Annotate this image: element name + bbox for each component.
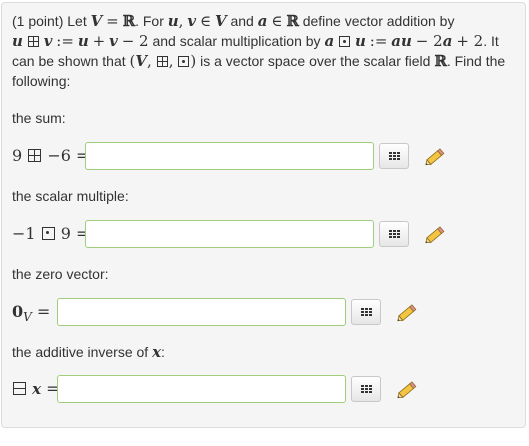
expr-text: 0 [12, 302, 24, 321]
boxminus-icon [13, 382, 26, 395]
boxplus-icon [28, 149, 42, 162]
scalar-multiple-answer-input[interactable] [85, 220, 374, 248]
scalar-multiple-keyboard-button[interactable] [379, 221, 409, 247]
boxdot-icon [339, 36, 351, 47]
additive-inverse-answer-input[interactable] [57, 375, 346, 403]
label-text: : [161, 344, 165, 360]
expr-text: −6 = [47, 146, 90, 165]
keyboard-grid-icon [389, 230, 400, 239]
zero-vector-keyboard-button[interactable] [351, 299, 381, 325]
sum-keyboard-button[interactable] [379, 143, 409, 169]
additive-inverse-keyboard-button[interactable] [351, 376, 381, 402]
pencil-icon[interactable] [394, 300, 420, 326]
problem-statement: (1 point) Let V = ℝ. For u, v ∈ V and a … [12, 12, 506, 89]
expr-subscript: V [23, 310, 32, 325]
boxdot-icon [41, 227, 55, 240]
zero-vector-label: the zero vector: [12, 266, 109, 282]
pencil-icon[interactable] [394, 377, 420, 403]
scalar-multiple-label: the scalar multiple: [12, 188, 129, 204]
boxplus-icon [156, 56, 168, 67]
expr-text: −1 [12, 224, 36, 243]
intro-text: (1 point) Let [12, 13, 87, 29]
keyboard-grid-icon [361, 385, 372, 394]
keyboard-grid-icon [361, 308, 372, 317]
expr-text: 9 [12, 146, 23, 165]
label-variable: x [152, 343, 162, 361]
pencil-icon[interactable] [422, 222, 448, 248]
intro-text: and scalar multiplication by [152, 33, 321, 49]
intro-text: define vector addition by [302, 13, 455, 29]
additive-inverse-label: the additive inverse of x: [12, 343, 165, 361]
additive-inverse-expression: x = [12, 379, 60, 399]
sum-answer-input[interactable] [85, 142, 374, 170]
zero-vector-answer-input[interactable] [57, 298, 346, 326]
sum-expression: 9 −6 = [12, 146, 89, 166]
sum-label: the sum: [12, 110, 66, 126]
scalar-multiple-expression: −1 9 = [12, 224, 89, 244]
intro-text: and [230, 13, 254, 29]
expr-text: = [36, 302, 51, 321]
boxplus-icon [27, 36, 39, 47]
keyboard-grid-icon [389, 152, 400, 161]
intro-text: . For [135, 13, 164, 29]
pencil-icon[interactable] [422, 144, 448, 170]
problem-panel: (1 point) Let V = ℝ. For u, v ∈ V and a … [1, 2, 526, 428]
label-text: the additive inverse of [12, 344, 149, 360]
boxdot-icon [178, 56, 190, 67]
zero-vector-expression: 0V = [12, 302, 50, 327]
intro-text: is a vector space over the scalar field [200, 53, 431, 69]
expr-variable: x [32, 380, 42, 398]
